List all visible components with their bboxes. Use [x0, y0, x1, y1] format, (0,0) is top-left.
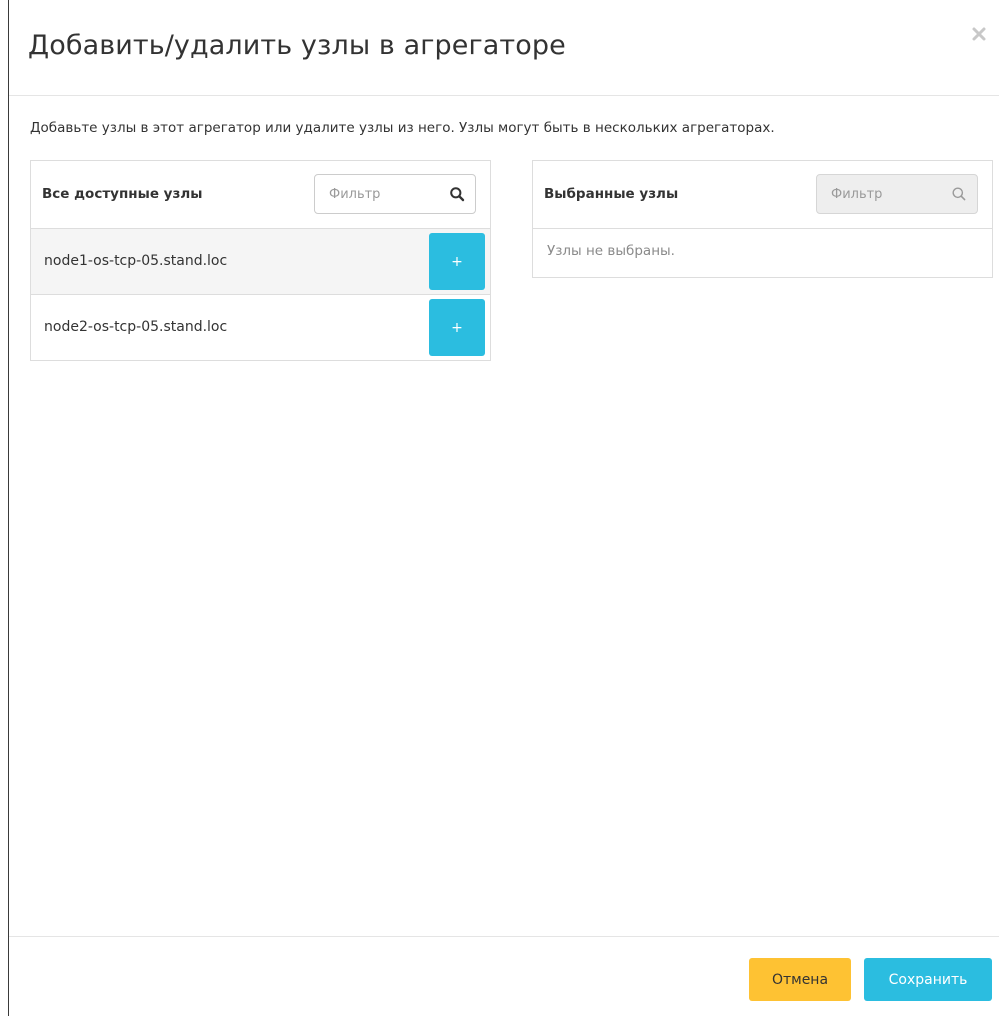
selected-nodes-title: Выбранные узлы	[544, 186, 679, 202]
save-button[interactable]: Сохранить	[864, 958, 992, 1001]
empty-state-text: Узлы не выбраны.	[547, 243, 675, 259]
modal-header: Добавить/удалить узлы в агрегаторе	[9, 0, 999, 96]
close-button[interactable]	[971, 26, 993, 48]
list-item: node2-os-tcp-05.stand.loc +	[31, 295, 490, 361]
description-text: Добавьте узлы в этот агрегатор или удали…	[30, 120, 775, 136]
close-icon	[972, 27, 986, 41]
available-nodes-panel: Все доступные узлы node1-os-tcp-05.stand…	[30, 160, 491, 361]
selected-nodes-panel: Выбранные узлы Узлы не выбраны.	[532, 160, 993, 278]
search-icon	[952, 187, 966, 201]
modal-title: Добавить/удалить узлы в агрегаторе	[28, 30, 566, 61]
cancel-button[interactable]: Отмена	[749, 958, 851, 1001]
selected-filter	[816, 174, 978, 214]
node-name: node2-os-tcp-05.stand.loc	[44, 319, 228, 335]
available-filter	[314, 174, 476, 214]
modal-body: Добавьте узлы в этот агрегатор или удали…	[9, 96, 999, 936]
search-icon[interactable]	[449, 186, 465, 202]
selected-filter-input	[817, 175, 942, 213]
modal-footer: Отмена Сохранить	[9, 936, 999, 1016]
available-nodes-header: Все доступные узлы	[31, 161, 490, 229]
node-name: node1-os-tcp-05.stand.loc	[44, 253, 228, 269]
selected-nodes-header: Выбранные узлы	[533, 161, 992, 229]
list-item: node1-os-tcp-05.stand.loc +	[31, 229, 490, 295]
add-node-button[interactable]: +	[429, 299, 485, 356]
available-filter-input[interactable]	[315, 175, 440, 213]
modal-dialog: Добавить/удалить узлы в агрегаторе Добав…	[8, 0, 1000, 1016]
available-nodes-title: Все доступные узлы	[42, 186, 203, 202]
add-node-button[interactable]: +	[429, 233, 485, 290]
